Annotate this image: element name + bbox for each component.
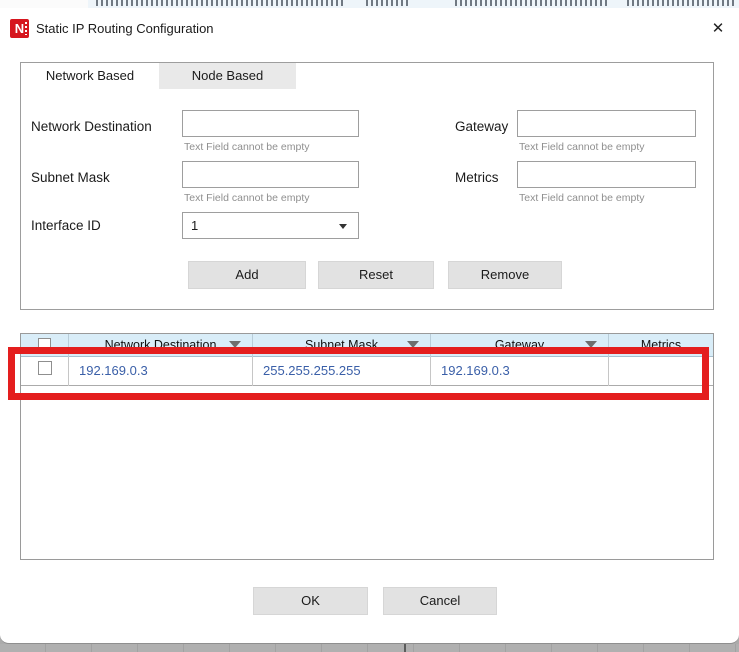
network-destination-hint: Text Field cannot be empty (184, 141, 309, 153)
metrics-label: Metrics (455, 170, 499, 185)
cell-metrics (609, 357, 713, 386)
close-icon[interactable]: ✕ (703, 15, 733, 43)
filter-icon[interactable] (585, 341, 597, 353)
routes-table: Network Destination Subnet Mask Gateway (20, 333, 714, 560)
metrics-hint: Text Field cannot be empty (519, 192, 644, 204)
metrics-input[interactable] (517, 161, 696, 188)
column-header-network-destination: Network Destination (69, 334, 253, 357)
remove-button[interactable]: Remove (448, 261, 562, 289)
cell-subnet-mask: 255.255.255.255 (253, 357, 431, 386)
network-destination-input[interactable] (182, 110, 359, 137)
background-app-top-strip (0, 0, 739, 8)
row-select-cell (21, 357, 69, 386)
column-header-label: Gateway (495, 338, 544, 352)
interface-id-dropdown[interactable]: 1 (182, 212, 359, 239)
subnet-mask-label: Subnet Mask (31, 170, 110, 185)
netsim-logo-icon: N (10, 19, 29, 38)
subnet-mask-input[interactable] (182, 161, 359, 188)
gateway-input[interactable] (517, 110, 696, 137)
cell-network-destination: 192.169.0.3 (69, 357, 253, 386)
background-clipped-text (627, 0, 735, 6)
column-header-metrics: Metrics (609, 334, 713, 357)
select-all-cell (21, 334, 69, 357)
column-header-label: Metrics (641, 338, 681, 352)
filter-icon[interactable] (407, 341, 419, 353)
routing-config-panel: Network Based Node Based Network Destina… (20, 62, 714, 310)
chevron-down-icon (339, 224, 347, 229)
logo-letter: N (15, 21, 24, 36)
column-header-label: Subnet Mask (305, 338, 378, 352)
background-divider (404, 644, 406, 652)
gateway-hint: Text Field cannot be empty (519, 141, 644, 153)
screen: N Static IP Routing Configuration ✕ Netw… (0, 0, 739, 652)
background-clipped-text (455, 0, 607, 6)
logo-bars (25, 22, 27, 35)
title-bar: N Static IP Routing Configuration ✕ (0, 8, 739, 50)
background-clipped-text (366, 0, 410, 6)
reset-button[interactable]: Reset (318, 261, 434, 289)
gateway-label: Gateway (455, 119, 508, 134)
ok-button[interactable]: OK (253, 587, 368, 615)
tab-network-based[interactable]: Network Based (21, 63, 159, 89)
column-header-subnet-mask: Subnet Mask (253, 334, 431, 357)
tab-node-based[interactable]: Node Based (159, 63, 296, 89)
select-all-checkbox[interactable] (38, 338, 51, 351)
table-row[interactable]: 192.169.0.3 255.255.255.255 192.169.0.3 (21, 357, 713, 386)
column-header-label: Network Destination (105, 338, 217, 352)
cell-gateway: 192.169.0.3 (431, 357, 609, 386)
filter-icon[interactable] (229, 341, 241, 353)
column-header-gateway: Gateway (431, 334, 609, 357)
interface-id-value: 1 (191, 218, 198, 233)
window-title: Static IP Routing Configuration (36, 8, 214, 50)
interface-id-label: Interface ID (31, 218, 101, 233)
network-destination-label: Network Destination (31, 119, 152, 134)
subnet-mask-hint: Text Field cannot be empty (184, 192, 309, 204)
cancel-button[interactable]: Cancel (383, 587, 497, 615)
background-clipped-text (96, 0, 344, 6)
table-header-row: Network Destination Subnet Mask Gateway (21, 334, 713, 357)
static-ip-routing-dialog: N Static IP Routing Configuration ✕ Netw… (0, 8, 739, 644)
background-app-bottom-strip (0, 644, 739, 652)
add-button[interactable]: Add (188, 261, 306, 289)
row-checkbox[interactable] (38, 361, 52, 375)
